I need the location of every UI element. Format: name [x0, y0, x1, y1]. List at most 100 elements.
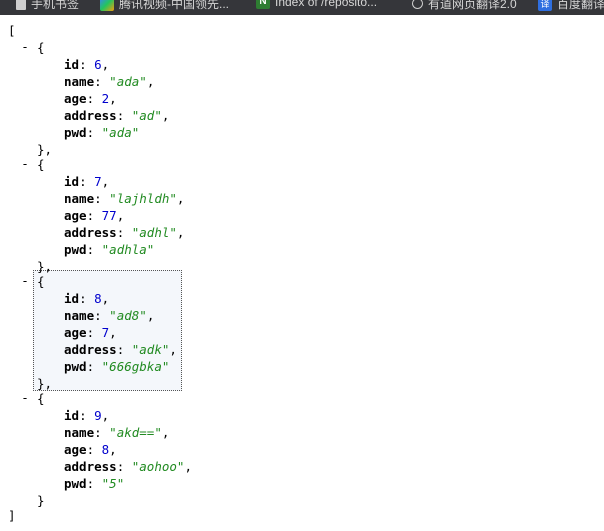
field-value: 6	[94, 57, 102, 72]
field-key: age	[64, 208, 87, 223]
field-row-pwd: pwd: "666gbka"	[64, 358, 169, 375]
colon: :	[79, 291, 95, 306]
comma: ,	[169, 342, 177, 357]
bookmark-label: 百度翻译	[557, 0, 604, 11]
video-icon	[100, 0, 114, 11]
field-key: address	[64, 342, 117, 357]
bookmark-label: Index of /reposito...	[275, 0, 378, 9]
field-row-address: address: "adhl",	[64, 224, 184, 241]
field-value: "adhl"	[131, 225, 177, 240]
comma: ,	[101, 174, 110, 189]
field-key: pwd	[64, 476, 87, 491]
field-row-pwd: pwd: "adhla"	[64, 241, 154, 258]
colon: :	[94, 191, 110, 206]
bookmark-youdao-translate[interactable]: 有道网页翻译2.0	[412, 0, 517, 12]
field-row-id: id: 7,	[64, 173, 109, 190]
field-value: "adk"	[131, 342, 170, 357]
field-key: pwd	[64, 359, 87, 374]
comma: ,	[176, 225, 185, 240]
comma: ,	[109, 91, 117, 106]
comma: ,	[101, 408, 110, 423]
field-key: name	[64, 308, 95, 323]
field-row-address: address: "adk",	[64, 341, 177, 358]
colon: :	[116, 108, 132, 123]
field-value: "666gbka"	[101, 359, 170, 374]
colon: :	[86, 125, 102, 140]
comma: ,	[116, 208, 125, 223]
field-key: id	[64, 408, 80, 423]
field-row-pwd: pwd: "5"	[64, 475, 124, 492]
colon: :	[86, 242, 102, 257]
field-row-age: age: 2,	[64, 90, 117, 107]
comma: ,	[109, 325, 117, 340]
json-open-bracket: [	[8, 23, 16, 38]
bookmarks-bar: 手机书签 腾讯视频-中国领先... N Index of /reposito..…	[0, 0, 604, 15]
field-row-age: age: 8,	[64, 441, 117, 458]
field-value: 7	[94, 174, 102, 189]
record-open-brace: {	[37, 274, 45, 289]
collapse-toggle[interactable]: -	[20, 156, 30, 171]
collapse-toggle[interactable]: -	[20, 273, 30, 288]
field-key: id	[64, 57, 80, 72]
record-open-brace: {	[37, 40, 45, 55]
colon: :	[79, 408, 95, 423]
field-value: "ada"	[101, 125, 140, 140]
field-row-age: age: 77,	[64, 207, 124, 224]
colon: :	[79, 57, 95, 72]
field-key: name	[64, 74, 95, 89]
field-row-address: address: "ad",	[64, 107, 169, 124]
bookmark-tencent-video[interactable]: 腾讯视频-中国领先...	[100, 0, 229, 12]
field-row-name: name: "lajhldh",	[64, 190, 184, 207]
comma: ,	[184, 459, 192, 474]
field-row-name: name: "ada",	[64, 73, 154, 90]
field-key: address	[64, 459, 117, 474]
field-value: "adhla"	[101, 242, 155, 257]
collapse-toggle[interactable]: -	[20, 390, 30, 405]
field-value: 8	[94, 291, 102, 306]
comma: ,	[176, 191, 185, 206]
colon: :	[79, 174, 95, 189]
field-key: age	[64, 442, 87, 457]
field-row-id: id: 9,	[64, 407, 109, 424]
field-value: "lajhldh"	[109, 191, 177, 206]
field-key: address	[64, 108, 117, 123]
field-row-age: age: 7,	[64, 324, 117, 341]
bookmark-label: 有道网页翻译2.0	[428, 0, 517, 11]
colon: :	[94, 308, 110, 323]
record-open-brace: {	[37, 391, 45, 406]
colon: :	[94, 425, 110, 440]
field-row-pwd: pwd: "ada"	[64, 124, 139, 141]
field-key: pwd	[64, 125, 87, 140]
field-row-address: address: "aohoo",	[64, 458, 192, 475]
colon: :	[116, 225, 132, 240]
translate-icon: 译	[538, 0, 552, 11]
collapse-toggle[interactable]: -	[20, 39, 30, 54]
field-value: "akd=="	[109, 425, 162, 440]
bookmark-repository-index[interactable]: N Index of /reposito...	[256, 0, 377, 9]
bookmark-mobile[interactable]: 手机书签	[16, 0, 79, 12]
colon: :	[94, 74, 110, 89]
field-row-name: name: "akd==",	[64, 424, 169, 441]
comma: ,	[161, 108, 170, 123]
colon: :	[86, 442, 102, 457]
bookmark-label: 腾讯视频-中国领先...	[119, 0, 229, 11]
comma: ,	[109, 442, 117, 457]
comma: ,	[161, 425, 170, 440]
record-close-brace: }	[37, 493, 45, 508]
comma: ,	[101, 291, 110, 306]
bookmark-baidu-translate[interactable]: 译 百度翻译	[538, 0, 604, 12]
record-open-brace: {	[37, 157, 45, 172]
field-key: name	[64, 191, 95, 206]
field-row-id: id: 8,	[64, 290, 109, 307]
globe-icon	[412, 0, 423, 9]
folder-icon	[16, 0, 26, 10]
field-key: address	[64, 225, 117, 240]
field-value: 77	[101, 208, 117, 223]
field-key: pwd	[64, 242, 87, 257]
field-key: age	[64, 325, 87, 340]
comma: ,	[146, 74, 155, 89]
colon: :	[86, 325, 102, 340]
colon: :	[86, 476, 102, 491]
field-value: "aohoo"	[131, 459, 185, 474]
field-row-id: id: 6,	[64, 56, 109, 73]
